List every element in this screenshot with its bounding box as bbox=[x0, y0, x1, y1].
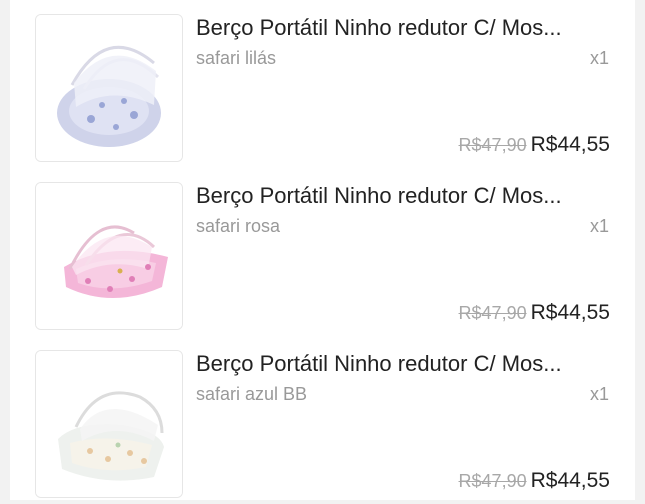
original-price: R$47,90 bbox=[458, 303, 527, 323]
price-group: R$47,90 R$44,55 bbox=[459, 468, 610, 496]
product-title[interactable]: Berço Portátil Ninho redutor C/ Mos... bbox=[196, 350, 616, 378]
product-title[interactable]: Berço Portátil Ninho redutor C/ Mos... bbox=[196, 14, 616, 42]
discounted-price: R$44,55 bbox=[530, 301, 610, 324]
product-variant: safari azul BB bbox=[196, 384, 308, 404]
discounted-price: R$44,55 bbox=[530, 133, 610, 156]
baby-nest-blue-icon bbox=[36, 351, 182, 497]
original-price: R$47,90 bbox=[458, 471, 527, 491]
cart-item-list: Berço Portátil Ninho redutor C/ Mos... s… bbox=[10, 0, 635, 500]
price-group: R$47,90 R$44,55 bbox=[459, 132, 610, 160]
cart-item[interactable]: Berço Portátil Ninho redutor C/ Mos... s… bbox=[10, 168, 635, 336]
product-variant: safari rosa bbox=[196, 216, 281, 236]
product-image[interactable] bbox=[35, 182, 183, 330]
product-quantity: x1 bbox=[589, 216, 609, 236]
price-group: R$47,90 R$44,55 bbox=[459, 300, 610, 328]
product-quantity: x1 bbox=[589, 48, 609, 68]
product-variant: safari lilás bbox=[196, 48, 277, 68]
baby-nest-lilac-icon bbox=[36, 15, 182, 161]
cart-item[interactable]: Berço Portátil Ninho redutor C/ Mos... s… bbox=[10, 0, 635, 168]
product-image[interactable] bbox=[35, 14, 183, 162]
product-image[interactable] bbox=[35, 350, 183, 498]
cart-item[interactable]: Berço Portátil Ninho redutor C/ Mos... s… bbox=[10, 336, 635, 504]
baby-nest-pink-icon bbox=[36, 183, 182, 329]
product-quantity: x1 bbox=[589, 384, 609, 404]
discounted-price: R$44,55 bbox=[530, 469, 610, 492]
product-title[interactable]: Berço Portátil Ninho redutor C/ Mos... bbox=[196, 182, 616, 210]
original-price: R$47,90 bbox=[458, 135, 527, 155]
